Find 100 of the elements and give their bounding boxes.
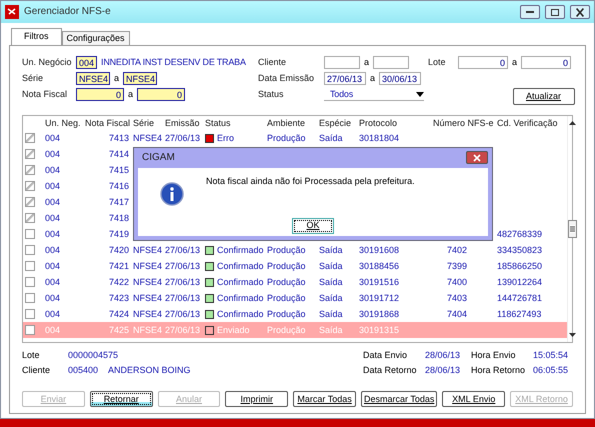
action-button[interactable]: Desmarcar Todas — [360, 391, 438, 407]
input-field[interactable]: 0 — [76, 88, 124, 102]
input-field[interactable]: 0 — [458, 56, 508, 70]
column-header: Ambiente — [266, 116, 306, 130]
table-cell: Saída — [319, 324, 343, 335]
input-field[interactable]: 30/06/13 — [379, 72, 422, 86]
field-label: Data Emissão — [258, 73, 316, 84]
table-cell: 7423 — [108, 292, 129, 303]
table-cell: 27/06/13 — [165, 292, 200, 303]
caret-icon — [416, 92, 424, 97]
table-cell: 7403 — [447, 292, 468, 303]
row-checkbox[interactable] — [25, 325, 35, 336]
table-cell: Saída — [319, 244, 343, 255]
table-cell: Confirmado — [217, 292, 264, 303]
field-label: Nota Fiscal — [22, 89, 68, 100]
table-cell: 004 — [45, 212, 60, 223]
scroll-down-icon[interactable] — [569, 332, 576, 337]
tab[interactable]: Filtros — [11, 28, 62, 46]
column-header: Protocolo — [358, 116, 398, 130]
input-field[interactable]: 004 — [76, 56, 98, 70]
table-cell: 27/06/13 — [165, 132, 200, 143]
close-button[interactable] — [570, 5, 590, 19]
separator-label: a — [114, 73, 120, 84]
dialog-message: Nota fiscal ainda não foi Processada pela prefeitura. — [206, 176, 415, 188]
maximize-icon — [551, 8, 559, 16]
row-checkbox[interactable] — [25, 133, 35, 144]
row-checkbox[interactable] — [25, 149, 35, 160]
table-cell: 30191712 — [359, 292, 400, 303]
row-checkbox[interactable] — [25, 261, 35, 272]
row-checkbox[interactable] — [25, 197, 35, 208]
action-button[interactable]: XML Envio — [442, 391, 506, 407]
row-checkbox[interactable] — [25, 213, 35, 224]
row-checkbox[interactable] — [25, 165, 35, 176]
table-cell: 7425 — [108, 324, 129, 335]
detail-text: Hora Retorno — [471, 364, 526, 376]
row-checkbox[interactable] — [25, 277, 35, 288]
row-checkbox[interactable] — [25, 293, 35, 304]
row-checkbox[interactable] — [25, 309, 35, 320]
close-button[interactable] — [466, 151, 488, 164]
table-cell: 004 — [45, 276, 60, 287]
column-header: Emissão — [164, 116, 201, 130]
input-field[interactable]: 0 — [521, 56, 572, 70]
row-checkbox[interactable] — [25, 245, 35, 256]
action-button[interactable]: Imprimir — [225, 391, 288, 407]
close-icon — [576, 8, 584, 16]
table-cell: 7424 — [108, 308, 129, 319]
row-checkbox[interactable] — [25, 229, 35, 240]
table-cell: 27/06/13 — [165, 324, 200, 335]
input-field[interactable]: 27/06/13 — [324, 72, 366, 86]
detail-text: 15:05:54 — [533, 350, 570, 361]
table-cell: 27/06/13 — [165, 308, 200, 319]
table-cell: Confirmado — [217, 276, 264, 287]
table-cell: Confirmado — [217, 260, 264, 271]
table-cell: Produção — [267, 276, 306, 287]
table-cell: 118627493 — [497, 308, 542, 319]
table-cell: NFSE4 — [133, 132, 162, 143]
maximize-button[interactable] — [545, 5, 565, 19]
action-button[interactable]: Marcar Todas — [293, 391, 356, 407]
table-cell: 139012264 — [497, 276, 542, 287]
action-button[interactable]: Retornar — [90, 391, 153, 407]
table-cell: Produção — [267, 132, 306, 143]
input-field[interactable] — [324, 56, 360, 70]
input-field[interactable]: 0 — [137, 88, 186, 102]
minimize-button[interactable] — [520, 5, 540, 19]
scroll-up-icon[interactable] — [569, 120, 576, 125]
input-field[interactable]: NFSE4 — [123, 72, 158, 86]
field-label: Lote — [428, 57, 447, 68]
ok-button[interactable]: OK — [292, 218, 334, 234]
table-cell: 7400 — [447, 276, 468, 287]
table-cell: NFSE4 — [133, 324, 162, 335]
detail-text: Lote — [22, 350, 41, 361]
field-label: Un. Negócio — [22, 57, 72, 68]
close-icon — [472, 154, 482, 162]
scroll-thumb[interactable] — [568, 220, 577, 238]
table-cell: NFSE4 — [133, 244, 162, 255]
tab[interactable]: Configurações — [62, 31, 130, 46]
table-cell: Enviado — [217, 324, 250, 335]
table-cell: 27/06/13 — [165, 260, 200, 271]
table-cell: NFSE4 — [133, 260, 162, 271]
window-title: Gerenciador NFS-e — [24, 6, 112, 18]
row-checkbox[interactable] — [25, 181, 35, 192]
status-dropdown[interactable]: Todos — [324, 88, 424, 101]
table-cell: 7417 — [108, 196, 129, 207]
detail-text: Data Envio — [363, 350, 408, 361]
table-cell: 004 — [45, 244, 60, 255]
field-label: Status — [258, 89, 285, 100]
table-cell: Produção — [267, 324, 306, 335]
input-field[interactable]: NFSE4 — [76, 72, 110, 86]
business-unit-name: INNEDITA INST DESENV DE TRABA — [101, 57, 246, 68]
table-cell: 144726781 — [497, 292, 542, 303]
input-field[interactable] — [373, 56, 410, 70]
table-cell: 7415 — [108, 164, 129, 175]
column-header: Espécie — [318, 116, 352, 130]
field-label: Cliente — [258, 57, 288, 68]
refresh-button[interactable]: Atualizar — [512, 88, 574, 105]
table-cell: 004 — [45, 164, 60, 175]
table-cell: 7413 — [108, 132, 129, 143]
table-cell: 7404 — [447, 308, 468, 319]
detail-text: 0000004575 — [68, 350, 120, 361]
table-cell: Erro — [217, 132, 234, 143]
